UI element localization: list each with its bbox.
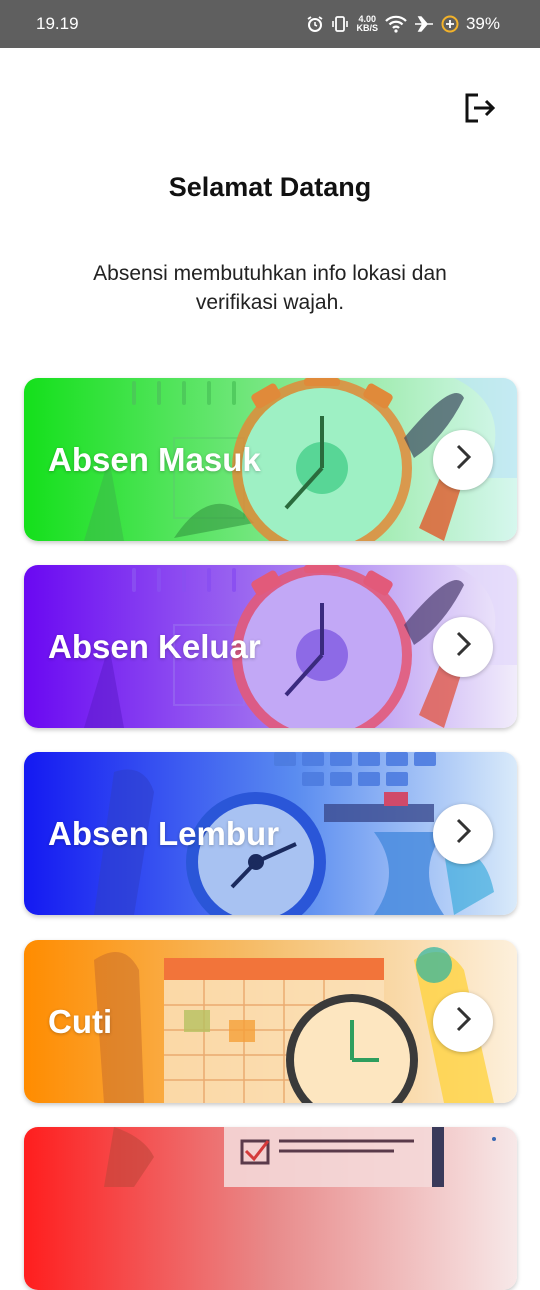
chevron-right-icon: [452, 816, 474, 851]
absen-keluar-chevron[interactable]: [433, 616, 493, 677]
logout-button[interactable]: [462, 92, 496, 124]
absen-lembur-chevron[interactable]: [433, 803, 493, 864]
net-speed: 4.00 KB/S: [356, 15, 378, 33]
absen-masuk-label: Absen Masuk: [48, 440, 261, 478]
absen-keluar-card[interactable]: Absen Keluar: [24, 565, 517, 728]
menu-card-5[interactable]: [24, 1127, 517, 1290]
logout-icon: [462, 93, 496, 128]
absen-lembur-label: Absen Lembur: [48, 814, 280, 852]
chevron-right-icon: [452, 442, 474, 477]
chevron-right-icon: [452, 629, 474, 664]
cuti-label: Cuti: [48, 1002, 113, 1040]
absen-masuk-chevron[interactable]: [433, 429, 493, 490]
battery-saver-icon: [441, 15, 459, 33]
battery-level: 39%: [465, 14, 500, 33]
absen-lembur-card[interactable]: Absen Lembur: [24, 752, 517, 915]
airplane-icon: [414, 15, 434, 33]
vibrate-icon: [331, 15, 349, 33]
task-illustration: [24, 1127, 517, 1290]
page-title: Selamat Datang: [168, 172, 372, 202]
wifi-icon: [385, 15, 407, 33]
cuti-chevron[interactable]: [433, 991, 493, 1052]
status-bar: 19.19 4.00 KB/S 39%: [0, 0, 540, 48]
chevron-right-icon: [452, 1004, 474, 1039]
absen-masuk-card[interactable]: Absen Masuk: [24, 378, 517, 541]
status-icons: 4.00 KB/S 39%: [306, 14, 500, 34]
alarm-icon: [306, 15, 324, 33]
page-subtitle: Absensi membutuhkan info lokasi dan veri…: [93, 262, 447, 314]
absen-keluar-label: Absen Keluar: [48, 627, 261, 665]
cuti-card[interactable]: Cuti: [24, 940, 517, 1103]
status-time: 19.19: [36, 14, 79, 33]
net-speed-unit: KB/S: [356, 23, 378, 33]
